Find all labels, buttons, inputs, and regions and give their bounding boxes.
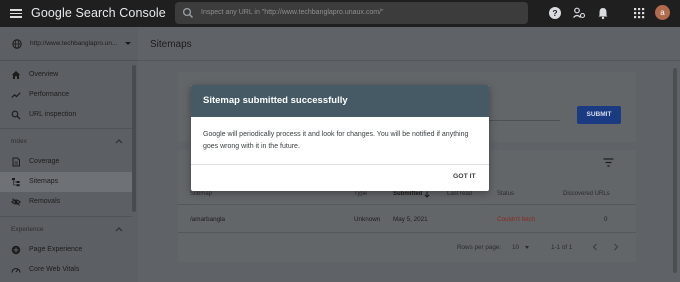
dialog-header: Sitemap submitted successfully xyxy=(191,85,489,117)
sidebar-item-coverage[interactable]: Coverage xyxy=(0,152,132,172)
sidebar-item-removals[interactable]: Removals xyxy=(0,192,132,212)
sidebar-item-core-web-vitals[interactable]: Core Web Vitals xyxy=(0,260,132,280)
dialog-divider xyxy=(191,164,489,165)
column-header-discovered-urls[interactable]: Discovered URLs xyxy=(563,191,610,197)
dialog-message: Google will periodically process it and … xyxy=(203,131,469,150)
section-heading-index[interactable]: Index xyxy=(11,138,27,145)
chevron-up-icon[interactable] xyxy=(115,138,123,146)
sidebar-item-performance[interactable]: Performance xyxy=(0,85,132,105)
sidebar-item-label: Removals xyxy=(29,198,61,205)
column-header-sitemap[interactable]: Sitemap xyxy=(190,191,212,197)
avatar[interactable]: a xyxy=(655,5,670,20)
pagination-range: 1-1 of 1 xyxy=(551,244,573,251)
search-placeholder[interactable]: Inspect any URL in "http://www.techbangl… xyxy=(201,9,384,16)
divider xyxy=(0,216,132,217)
sidebar-item-label: Coverage xyxy=(29,158,60,165)
home-icon xyxy=(11,70,21,82)
help-icon[interactable]: ? xyxy=(548,6,562,20)
cell-type: Unknown xyxy=(354,216,381,223)
sidebar-item-overview[interactable]: Overview xyxy=(0,65,132,85)
chevron-left-icon[interactable] xyxy=(592,243,598,253)
column-header-type[interactable]: Type xyxy=(354,191,367,197)
sidebar-item-label: Sitemaps xyxy=(29,178,59,185)
app-brand[interactable]: Google Search Console xyxy=(31,6,166,20)
search-icon xyxy=(11,110,21,122)
divider xyxy=(0,128,132,129)
notifications-icon[interactable] xyxy=(596,6,610,20)
sidebar-item-label: Performance xyxy=(29,91,70,98)
sidebar-item-label: URL inspection xyxy=(29,111,77,118)
dropdown-caret-icon xyxy=(125,42,131,45)
page-header: Sitemaps xyxy=(138,27,680,61)
table-header-divider xyxy=(178,204,636,205)
removals-icon xyxy=(11,197,21,209)
cell-sitemap[interactable]: /amarbangla xyxy=(190,216,225,223)
url-inspect-search[interactable]: Inspect any URL in "http://www.techbangl… xyxy=(175,2,528,24)
submit-button[interactable]: SUBMIT xyxy=(577,106,621,124)
manage-users-icon[interactable] xyxy=(572,6,586,20)
sidebar-item-label: Core Web Vitals xyxy=(29,266,80,273)
sidebar-item-label: Overview xyxy=(29,71,59,78)
sidebar-item-url-inspection[interactable]: URL inspection xyxy=(0,105,132,125)
column-header-status[interactable]: Status xyxy=(497,191,514,197)
got-it-button[interactable]: GOT IT xyxy=(453,173,476,180)
property-selector[interactable]: http://www.techbanglapro.un... xyxy=(0,27,138,61)
arrow-down-icon xyxy=(424,191,430,200)
property-url: http://www.techbanglapro.un... xyxy=(30,40,118,47)
sitemap-submitted-dialog: Sitemap submitted successfully Google wi… xyxy=(191,85,489,191)
cell-submitted: May 5, 2021 xyxy=(393,216,428,223)
sidebar-item-label: Page Experience xyxy=(29,246,83,253)
svg-text:?: ? xyxy=(552,8,557,18)
rows-per-page-select[interactable]: 10 xyxy=(512,244,519,251)
menu-icon[interactable] xyxy=(9,7,23,20)
apps-grid-icon[interactable] xyxy=(632,6,646,20)
sidebar-scrollbar[interactable] xyxy=(132,65,136,212)
table-row-divider xyxy=(178,232,636,233)
cell-discovered-urls: 0 xyxy=(604,216,608,223)
trending-icon xyxy=(11,90,21,102)
filter-icon[interactable] xyxy=(603,158,614,169)
globe-icon xyxy=(12,39,22,51)
sidebar-item-page-experience[interactable]: Page Experience xyxy=(0,240,132,260)
chevron-right-icon[interactable] xyxy=(613,243,619,253)
section-heading-experience[interactable]: Experience xyxy=(11,226,44,233)
column-header-submitted[interactable]: Submitted xyxy=(393,191,422,197)
dropdown-caret-icon[interactable] xyxy=(525,246,529,249)
sitemap-icon xyxy=(11,177,21,189)
column-header-last-read[interactable]: Last read xyxy=(447,191,472,197)
coverage-icon xyxy=(11,157,21,169)
search-icon xyxy=(182,7,194,21)
page-scrollbar[interactable] xyxy=(673,68,677,273)
sidebar: http://www.techbanglapro.un... Overview … xyxy=(0,27,138,282)
dialog-title: Sitemap submitted successfully xyxy=(203,95,348,106)
chevron-up-icon[interactable] xyxy=(115,226,123,234)
rows-per-page-label: Rows per page: xyxy=(457,244,502,251)
top-app-bar: Google Search Console Inspect any URL in… xyxy=(0,0,680,27)
speed-icon xyxy=(11,265,21,277)
page-title: Sitemaps xyxy=(150,39,192,50)
sidebar-item-sitemaps[interactable]: Sitemaps xyxy=(0,172,132,192)
plus-circle-icon xyxy=(11,245,21,257)
cell-status: Couldn't fetch xyxy=(497,216,536,223)
